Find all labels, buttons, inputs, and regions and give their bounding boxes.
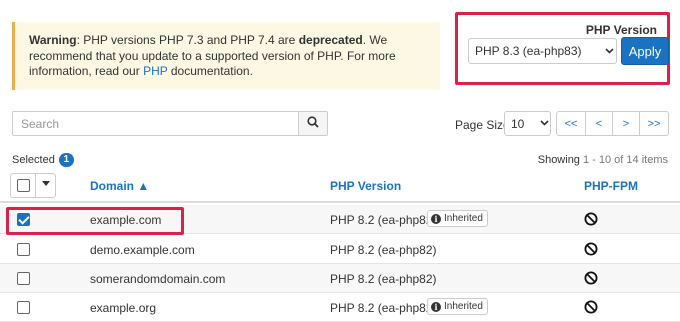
select-all-control [10, 173, 56, 198]
next-page-button[interactable]: > [612, 111, 640, 136]
select-all-checkbox[interactable] [17, 179, 30, 192]
showing-prefix: Showing [537, 154, 580, 166]
selected-badge: 1 [58, 153, 74, 167]
table-row[interactable]: example.org PHP 8.2 (ea-php82) i Inherite… [0, 293, 680, 322]
page-size-label: Page Size [455, 118, 510, 132]
row-domain: demo.example.com [90, 243, 195, 257]
inherited-label: Inherited [444, 301, 483, 312]
php-version-title: PHP Version [585, 23, 657, 37]
last-page-button[interactable]: >> [639, 111, 669, 136]
warning-label: Warning [29, 33, 77, 47]
disabled-icon [584, 212, 598, 226]
table-row[interactable]: demo.example.com PHP 8.2 (ea-php82) [0, 235, 680, 264]
column-header-php-version[interactable]: PHP Version [330, 179, 401, 193]
prev-page-button[interactable]: < [585, 111, 613, 136]
row-domain: somerandomdomain.com [90, 272, 226, 286]
divider [35, 174, 36, 197]
search-icon [307, 116, 319, 131]
showing-range: 1 - 10 of 14 items [583, 154, 668, 166]
warning-deprecated: deprecated [298, 33, 363, 47]
search-button[interactable] [298, 111, 328, 136]
row-checkbox[interactable] [17, 272, 30, 285]
warning-text-end: documentation. [167, 64, 253, 78]
table-row[interactable]: somerandomdomain.com PHP 8.2 (ea-php82) [0, 264, 680, 293]
info-icon: i [431, 301, 441, 312]
row-php-version: PHP 8.2 (ea-php82) [330, 301, 437, 315]
column-header-php-fpm[interactable]: PHP-FPM [584, 179, 638, 193]
inherited-label: Inherited [444, 213, 483, 224]
pagination-controls: << < > >> [556, 111, 669, 136]
table-header: Domain ▲ PHP Version PHP-FPM [0, 170, 680, 203]
row-php-version: PHP 8.2 (ea-php82) [330, 213, 437, 227]
page-size-select[interactable]: 10 [504, 111, 551, 136]
php-docs-link[interactable]: PHP [143, 64, 167, 78]
row-domain: example.org [90, 301, 157, 315]
selected-label: Selected [12, 154, 55, 166]
select-menu-dropdown[interactable] [42, 178, 50, 188]
php-version-select[interactable]: PHP 8.3 (ea-php83) [468, 38, 617, 64]
inherited-badge: i Inherited [427, 210, 488, 227]
column-header-domain[interactable]: Domain ▲ [90, 179, 149, 193]
php-version-panel: PHP Version PHP 8.3 (ea-php83) Apply [455, 12, 670, 85]
row-checkbox[interactable] [17, 301, 30, 314]
row-checkbox[interactable] [17, 213, 30, 226]
row-domain: example.com [90, 213, 162, 227]
disabled-icon [584, 300, 598, 314]
apply-button[interactable]: Apply [621, 37, 669, 65]
row-php-version: PHP 8.2 (ea-php82) [330, 243, 437, 257]
warning-text-pre: : PHP versions PHP 7.3 and PHP 7.4 are [76, 33, 299, 47]
search-input[interactable] [12, 111, 299, 136]
caret-down-icon [42, 181, 50, 186]
disabled-icon [584, 271, 598, 285]
row-checkbox[interactable] [17, 243, 30, 256]
row-php-version: PHP 8.2 (ea-php82) [330, 272, 437, 286]
table-row[interactable]: example.com PHP 8.2 (ea-php82) i Inherite… [0, 205, 680, 234]
inherited-badge: i Inherited [427, 298, 488, 315]
first-page-button[interactable]: << [556, 111, 586, 136]
info-icon: i [431, 213, 441, 224]
showing-info: Showing 1 - 10 of 14 items [538, 154, 668, 166]
disabled-icon [584, 242, 598, 256]
deprecation-warning: Warning: PHP versions PHP 7.3 and PHP 7.… [12, 22, 440, 90]
selected-count: Selected 1 [12, 153, 74, 167]
